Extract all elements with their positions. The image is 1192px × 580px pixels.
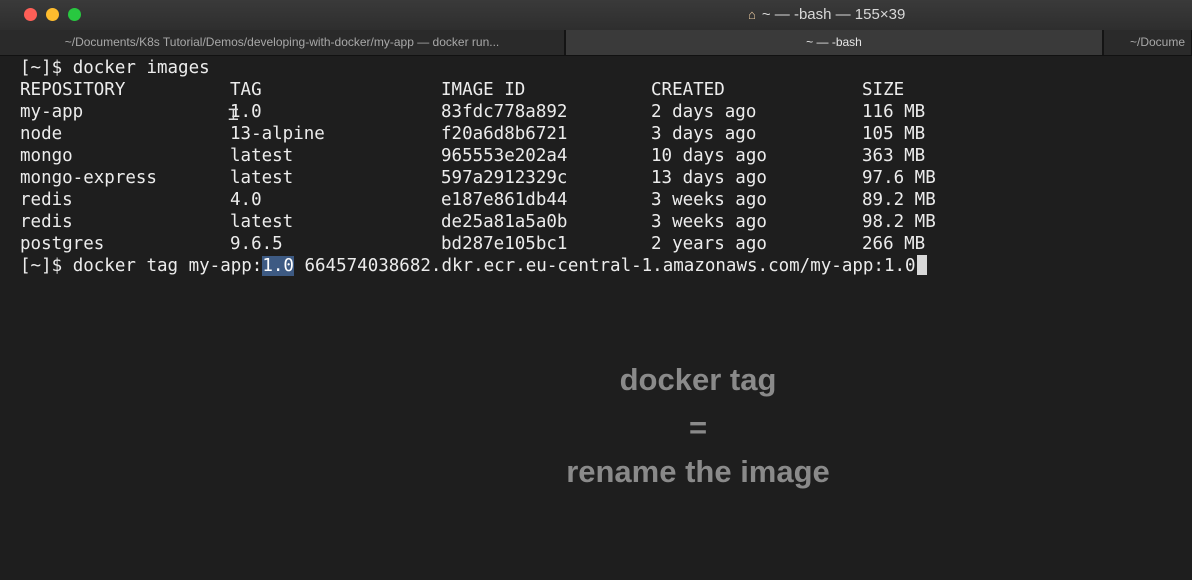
selected-text[interactable]: 1.0 <box>262 256 294 276</box>
cell-size: 363 MB <box>862 146 926 166</box>
caption-line-1: docker tag <box>619 362 777 397</box>
cell-created: 3 weeks ago <box>651 190 767 210</box>
table-row: mongo latest 965553e202a4 10 days ago 36… <box>20 145 925 167</box>
tab-bar: ~/Documents/K8s Tutorial/Demos/developin… <box>0 30 1192 56</box>
header-tag: TAG <box>230 80 262 100</box>
cell-tag: 13-alpine <box>230 124 325 144</box>
table-row: postgres 9.6.5 bd287e105bc1 2 years ago … <box>20 233 925 255</box>
cell-image-id: 83fdc778a892 <box>441 102 568 122</box>
window-title-text: ~ — -bash — 155×39 <box>761 6 906 23</box>
cell-image-id: 965553e202a4 <box>441 146 568 166</box>
tab-documents[interactable]: ~/Docume <box>1103 30 1192 55</box>
maximize-window-button[interactable] <box>68 8 81 21</box>
table-header-row: REPOSITORY TAG IMAGE ID CREATED SIZE <box>20 79 904 101</box>
cell-created: 2 days ago <box>651 102 757 122</box>
terminal-output[interactable]: [~]$ docker images REPOSITORY TAG IMAGE … <box>0 56 1192 580</box>
table-row: redis latest de25a81a5a0b 3 weeks ago 98… <box>20 211 936 233</box>
cell-repository: node <box>20 124 63 144</box>
cell-created: 2 years ago <box>651 234 767 254</box>
cell-repository: my-app <box>20 102 84 122</box>
caption-line-2: = <box>688 410 708 445</box>
text-cursor <box>916 255 927 275</box>
cell-image-id: f20a6d8b6721 <box>441 124 568 144</box>
header-image-id: IMAGE ID <box>441 80 526 100</box>
table-row: node 13-alpine f20a6d8b6721 3 days ago 1… <box>20 123 925 145</box>
command-text-before: docker tag my-app: <box>72 256 263 276</box>
cell-tag: 9.6.5 <box>230 234 283 254</box>
table-row: mongo-express latest 597a2912329c 13 day… <box>20 167 936 189</box>
cell-image-id: bd287e105bc1 <box>441 234 568 254</box>
cell-created: 3 days ago <box>651 124 757 144</box>
cell-created: 3 weeks ago <box>651 212 767 232</box>
cell-tag: latest <box>230 146 294 166</box>
header-created: CREATED <box>651 80 725 100</box>
cell-size: 89.2 MB <box>862 190 936 210</box>
cell-image-id: de25a81a5a0b <box>441 212 568 232</box>
cell-repository: mongo-express <box>20 168 157 188</box>
cell-size: 98.2 MB <box>862 212 936 232</box>
cell-image-id: 597a2912329c <box>441 168 568 188</box>
cell-repository: redis <box>20 190 73 210</box>
cell-repository: mongo <box>20 146 73 166</box>
window-titlebar: ⌂ ~ — -bash — 155×39 <box>0 0 1192 31</box>
command-text-after: 664574038682.dkr.ecr.eu-central-1.amazon… <box>293 256 916 276</box>
cell-size: 266 MB <box>862 234 926 254</box>
home-icon: ⌂ <box>748 7 756 22</box>
table-row: my-app 1.0 83fdc778a892 2 days ago 116 M… <box>20 101 925 123</box>
cell-image-id: e187e861db44 <box>441 190 568 210</box>
header-repository: REPOSITORY <box>20 80 126 100</box>
minimize-window-button[interactable] <box>46 8 59 21</box>
command-text: docker images <box>72 58 210 78</box>
header-size: SIZE <box>862 80 905 100</box>
cell-repository: postgres <box>20 234 105 254</box>
prompt: [~]$ <box>20 58 73 78</box>
command-line-images: [~]$ docker images <box>20 57 210 79</box>
tab-docker-run[interactable]: ~/Documents/K8s Tutorial/Demos/developin… <box>0 30 565 55</box>
command-line-tag: [~]$ docker tag my-app:1.0 664574038682.… <box>20 255 927 277</box>
prompt: [~]$ <box>20 256 73 276</box>
cell-size: 97.6 MB <box>862 168 936 188</box>
cell-repository: redis <box>20 212 73 232</box>
caption-line-3: rename the image <box>566 454 830 489</box>
cell-tag: latest <box>230 212 294 232</box>
cell-size: 116 MB <box>862 102 926 122</box>
close-window-button[interactable] <box>24 8 37 21</box>
tab-bash[interactable]: ~ — -bash <box>565 30 1103 55</box>
window-title: ⌂ ~ — -bash — 155×39 <box>748 0 905 30</box>
cell-created: 10 days ago <box>651 146 767 166</box>
cell-tag: 4.0 <box>230 190 262 210</box>
cell-size: 105 MB <box>862 124 926 144</box>
cell-created: 13 days ago <box>651 168 767 188</box>
ibeam-cursor-icon: ⌶ <box>228 104 239 125</box>
table-row: redis 4.0 e187e861db44 3 weeks ago 89.2 … <box>20 189 936 211</box>
cell-tag: latest <box>230 168 294 188</box>
